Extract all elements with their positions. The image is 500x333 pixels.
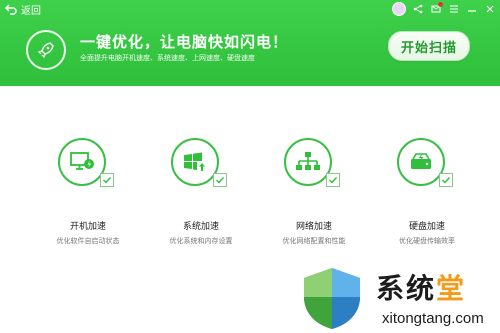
header-banner: 返回 一键优化，让电脑快如闪电！ 全面提升电脑开机速度、系统速度、上网速度、硬盘…	[0, 0, 500, 86]
feature-circle	[397, 138, 445, 186]
hdd-bolt-icon	[411, 153, 431, 169]
windows-up-icon	[184, 152, 205, 171]
back-button[interactable]: 返回	[4, 2, 41, 17]
feature-checkbox[interactable]	[439, 173, 453, 187]
back-arrow-icon	[4, 4, 17, 15]
feature-description: 优化软件自启动状态	[56, 237, 120, 245]
close-icon[interactable]	[484, 3, 496, 15]
message-icon[interactable]	[430, 2, 443, 15]
minimize-icon[interactable]	[466, 3, 478, 15]
watermark-url: xitongtang.com	[382, 310, 484, 327]
start-scan-button[interactable]: 开始扫描	[388, 31, 470, 61]
shield-logo-icon	[304, 268, 360, 329]
menu-icon[interactable]	[448, 3, 460, 15]
user-avatar[interactable]	[392, 2, 406, 16]
feature-list: 开机加速 优化软件自启动状态 系统加速 优化系统和内存设置 网络加速 优化网络配…	[0, 138, 500, 258]
site-watermark: 系统堂 xitongtang.com	[296, 262, 500, 333]
title-bar: 返回	[0, 0, 500, 18]
window-controls	[392, 2, 496, 16]
feature-title: 开机加速	[69, 222, 106, 232]
back-label: 返回	[21, 5, 41, 17]
watermark-brand: 系统堂	[376, 272, 467, 305]
share-icon[interactable]	[412, 3, 424, 15]
feature-description: 优化系统和内存设置	[169, 237, 233, 245]
hero-subtitle: 全面提升电脑开机速度、系统速度、上网速度、硬盘速度	[80, 54, 255, 62]
feature-title: 系统加速	[182, 222, 219, 232]
feature-disk-speedup[interactable]: 硬盘加速 优化硬盘传输效率	[377, 138, 477, 256]
feature-checkbox[interactable]	[326, 173, 340, 187]
hero-title: 一键优化，让电脑快如闪电！	[80, 33, 289, 51]
feature-description: 优化网络配置和性能	[282, 237, 346, 245]
rocket-icon	[26, 30, 66, 70]
feature-circle	[284, 138, 332, 186]
feature-title: 网络加速	[295, 222, 332, 232]
feature-title: 硬盘加速	[408, 222, 445, 232]
feature-description: 优化硬盘传输效率	[399, 237, 455, 245]
feature-circle	[58, 138, 106, 186]
feature-checkbox[interactable]	[100, 173, 114, 187]
monitor-bolt-icon	[70, 152, 94, 170]
feature-checkbox[interactable]	[213, 173, 227, 187]
network-icon	[296, 152, 320, 170]
feature-boot-speedup[interactable]: 开机加速 优化软件自启动状态	[38, 138, 138, 256]
feature-system-speedup[interactable]: 系统加速 优化系统和内存设置	[151, 138, 251, 256]
feature-circle	[171, 138, 219, 186]
feature-network-speedup[interactable]: 网络加速 优化网络配置和性能	[264, 138, 364, 256]
